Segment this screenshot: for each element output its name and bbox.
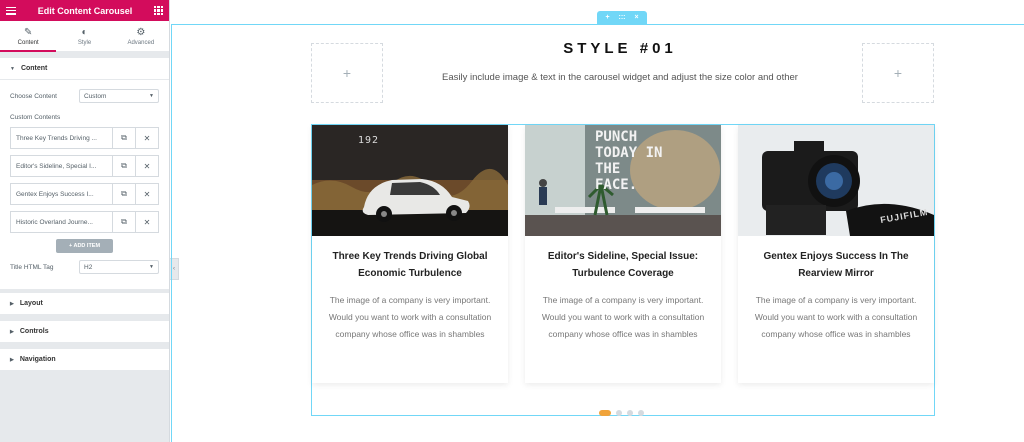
remove-icon[interactable]: ✕ [135, 156, 158, 176]
repeater-item-title[interactable]: Historic Overland Journe... [11, 212, 112, 232]
section-content-toggle[interactable]: ▼ Content [0, 58, 169, 80]
pagination-dot[interactable] [599, 410, 611, 416]
select-value: H2 [84, 263, 93, 271]
tab-label: Advanced [127, 39, 155, 46]
card-text: The image of a company is very important… [328, 295, 492, 339]
select-value: Custom [84, 92, 107, 100]
repeater-item-title[interactable]: Editor's Sideline, Special I... [11, 156, 112, 176]
move-section-icon[interactable]: ::: [619, 14, 626, 21]
card-text: The image of a company is very important… [754, 295, 918, 339]
caret-down-icon: ▼ [10, 65, 15, 72]
title-tag-row: Title HTML Tag H2 ▼ [10, 253, 159, 281]
tab-label: Content [17, 39, 39, 46]
panel-tabs: ✎ Content ◐ Style ⚙ Advanced [0, 21, 169, 52]
caret-right-icon: ▶ [10, 300, 14, 307]
card-image-camera: FUJIFILM [738, 125, 934, 236]
close-section-icon[interactable]: × [634, 14, 638, 21]
menu-icon[interactable] [6, 6, 16, 15]
duplicate-icon[interactable]: ⧉ [112, 184, 135, 204]
car-photo [312, 125, 508, 236]
image-caption: 192 [358, 135, 380, 146]
repeater-item: Historic Overland Journe... ⧉ ✕ [10, 211, 159, 233]
carousel-card[interactable]: 192 Three Key Trends Driving Global Econ… [312, 125, 508, 383]
chevron-down-icon: ▼ [149, 93, 154, 99]
content-section-body: Choose Content Custom ▼ Custom Contents … [0, 80, 169, 289]
section-title: Navigation [19, 356, 56, 363]
section-title: Layout [19, 300, 43, 307]
tab-label: Style [77, 39, 92, 46]
card-text: The image of a company is very important… [541, 295, 705, 339]
choose-content-row: Choose Content Custom ▼ [10, 80, 159, 112]
duplicate-icon[interactable]: ⧉ [112, 156, 135, 176]
pagination-dot[interactable] [638, 410, 644, 416]
repeater-item-title[interactable]: Gentex Enjoys Success I... [11, 184, 112, 204]
repeater-item: Editor's Sideline, Special I... ⧉ ✕ [10, 155, 159, 177]
panel-title: Edit Content Carousel [37, 5, 133, 16]
pencil-icon: ✎ [23, 26, 33, 38]
duplicate-icon[interactable]: ⧉ [112, 128, 135, 148]
chevron-down-icon: ▼ [149, 264, 154, 270]
repeater-item: Three Key Trends Driving ... ⧉ ✕ [10, 127, 159, 149]
remove-icon[interactable]: ✕ [135, 128, 158, 148]
carousel-card[interactable]: PUNCH TODAY IN THE FACE. Editor's Sideli… [525, 125, 721, 383]
caret-right-icon: ▶ [10, 328, 14, 335]
section-layout-toggle[interactable]: ▶ Layout [0, 293, 169, 315]
add-item-button[interactable]: + ADD ITEM [56, 239, 113, 253]
custom-contents-label: Custom Contents [10, 114, 61, 121]
repeater-item-title[interactable]: Three Key Trends Driving ... [11, 128, 112, 148]
panel-header: Edit Content Carousel [0, 0, 169, 21]
card-title[interactable]: Gentex Enjoys Success In The Rearview Mi… [752, 248, 920, 282]
section-title: Content [20, 65, 48, 72]
title-tag-select[interactable]: H2 ▼ [79, 260, 159, 274]
content-carousel[interactable]: 192 Three Key Trends Driving Global Econ… [311, 124, 935, 416]
choose-content-label: Choose Content [10, 92, 57, 100]
title-tag-label: Title HTML Tag [10, 263, 54, 271]
plus-icon: + [893, 65, 903, 81]
caret-right-icon: ▶ [10, 356, 14, 363]
widgets-grid-icon[interactable] [154, 6, 163, 15]
remove-icon[interactable]: ✕ [135, 212, 158, 232]
carousel-card[interactable]: FUJIFILM Gentex Enjoys Success In The Re… [738, 125, 934, 383]
choose-content-select[interactable]: Custom ▼ [79, 89, 159, 103]
page-subtitle: Easily include image & text in the carou… [442, 72, 798, 83]
empty-column-right[interactable]: + [862, 43, 934, 103]
half-circle-icon: ◐ [81, 26, 88, 38]
plus-icon: + [342, 65, 352, 81]
card-image-office: PUNCH TODAY IN THE FACE. [525, 125, 721, 236]
empty-column-left[interactable]: + [311, 43, 383, 103]
section-title: Controls [19, 328, 49, 335]
page-title: STYLE #01 [563, 40, 677, 57]
pagination-dot[interactable] [627, 410, 633, 416]
tab-style[interactable]: ◐ Style [56, 21, 112, 51]
section-controls-toggle[interactable]: ▶ Controls [0, 321, 169, 343]
card-title[interactable]: Editor's Sideline, Special Issue: Turbul… [539, 248, 707, 282]
section-handle: + ::: × [597, 11, 647, 24]
duplicate-icon[interactable]: ⧉ [112, 212, 135, 232]
image-caption: PUNCH TODAY IN THE FACE. [595, 129, 663, 193]
tab-content[interactable]: ✎ Content [0, 21, 57, 52]
editor-panel: Edit Content Carousel ✎ Content ◐ Style … [0, 0, 170, 442]
section-navigation-toggle[interactable]: ▶ Navigation [0, 349, 169, 371]
pagination-dot[interactable] [616, 410, 622, 416]
card-title[interactable]: Three Key Trends Driving Global Economic… [326, 248, 494, 282]
gear-icon: ⚙ [136, 26, 146, 38]
card-image-car: 192 [312, 125, 508, 236]
tab-advanced[interactable]: ⚙ Advanced [113, 21, 169, 51]
repeater-item: Gentex Enjoys Success I... ⧉ ✕ [10, 183, 159, 205]
remove-icon[interactable]: ✕ [135, 184, 158, 204]
add-section-icon[interactable]: + [605, 14, 609, 21]
carousel-pagination [599, 410, 644, 416]
